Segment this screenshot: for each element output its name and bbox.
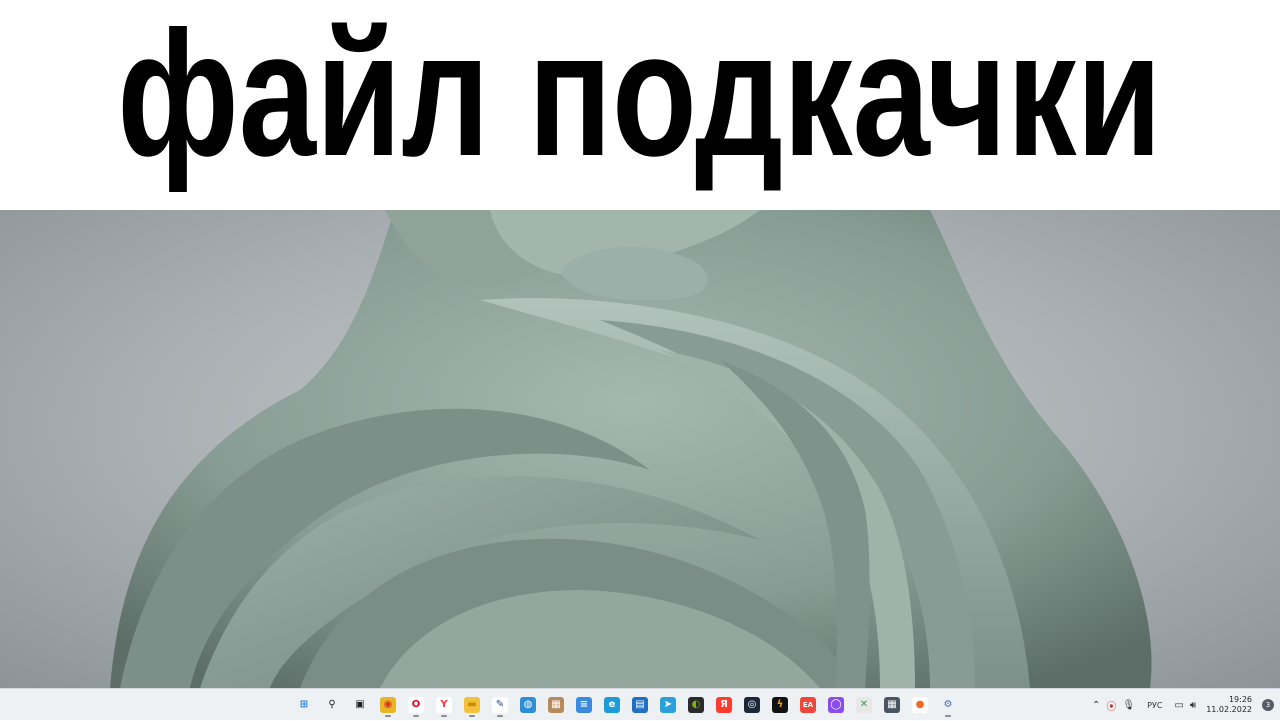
task-view-button[interactable]: ▣: [348, 693, 372, 717]
volume-icon[interactable]: 🔊︎: [1190, 700, 1196, 711]
folder-icon: ▬: [464, 697, 480, 713]
telegram-plane-icon: ➤: [660, 697, 676, 713]
system-tray: ⌃ ⦿ 🎙︎ РУС ▭ 🔊︎ 19:26 11.02.2022 3: [1092, 689, 1274, 721]
language-indicator[interactable]: РУС: [1147, 701, 1162, 710]
search-button[interactable]: ⚲: [320, 693, 344, 717]
microphone-icon[interactable]: 🎙︎: [1122, 700, 1135, 711]
opera-icon: O: [408, 697, 424, 713]
network-app[interactable]: ◍: [516, 693, 540, 717]
package-icon: ▦: [548, 697, 564, 713]
edge-app[interactable]: e: [600, 693, 624, 717]
clock[interactable]: 19:26 11.02.2022: [1206, 695, 1252, 715]
wallpaper-bloom: [110, 210, 1152, 688]
running-indicator: [497, 715, 503, 717]
notification-badge[interactable]: 3: [1262, 699, 1274, 711]
telegram-app[interactable]: ➤: [656, 693, 680, 717]
chevron-up-icon[interactable]: ⌃: [1092, 700, 1100, 711]
running-indicator: [945, 715, 951, 717]
banner-title: файл подкачки: [117, 0, 1163, 193]
display-icon[interactable]: ▭: [1174, 700, 1183, 711]
calculator-app[interactable]: ▦: [880, 693, 904, 717]
installer-app[interactable]: ▦: [544, 693, 568, 717]
search-icon: ⚲: [328, 699, 336, 710]
gear-icon: ⚙: [943, 699, 953, 710]
notepad-app[interactable]: ✎: [488, 693, 512, 717]
calculator-icon: ▦: [884, 697, 900, 713]
chrome-app[interactable]: ◉: [376, 693, 400, 717]
running-indicator: [413, 715, 419, 717]
store-bag-icon: ▤: [632, 697, 648, 713]
nvidia-icon: ◐: [688, 697, 704, 713]
maps-app[interactable]: ●: [908, 693, 932, 717]
running-indicator: [441, 715, 447, 717]
running-indicator: [385, 715, 391, 717]
steam-icon: ◎: [744, 697, 760, 713]
task-view-icon: ▣: [355, 699, 365, 710]
network-status-icon[interactable]: ⦿: [1106, 698, 1116, 713]
steam-app[interactable]: ◎: [740, 693, 764, 717]
game-app[interactable]: ϟ: [768, 693, 792, 717]
alice-icon: ◯: [828, 697, 844, 713]
alice-app[interactable]: ◯: [824, 693, 848, 717]
yandex-icon: Я: [716, 697, 732, 713]
yandex-app[interactable]: Я: [712, 693, 736, 717]
yandex-browser-icon: Y: [436, 697, 452, 713]
store-app[interactable]: ▤: [628, 693, 652, 717]
xbox-icon: ✕: [856, 697, 872, 713]
xbox-app[interactable]: ✕: [852, 693, 876, 717]
notepad-pen-icon: ✎: [492, 697, 508, 713]
taskbar: ⊞ ⚲ ▣ ◉ O Y ▬ ✎ ◍ ▦ ≡ e ▤ ➤ ◐ Я ◎ ϟ EA ◯ ✕ ▦ ● ⚙ ⌃ ⦿ 🎙︎ РУС ▭ 🔊…: [0, 688, 1280, 720]
globe-icon: ◍: [520, 697, 536, 713]
game-bolt-icon: ϟ: [772, 697, 788, 713]
windows-logo-icon: ⊞: [299, 699, 309, 710]
start-button[interactable]: ⊞: [292, 693, 316, 717]
settings-app[interactable]: ⚙: [936, 693, 960, 717]
running-indicator: [469, 715, 475, 717]
title-banner: файл подкачки: [0, 0, 1280, 210]
notes-app[interactable]: ≡: [572, 693, 596, 717]
nvidia-app[interactable]: ◐: [684, 693, 708, 717]
ea-icon: EA: [800, 697, 816, 713]
opera-app[interactable]: O: [404, 693, 428, 717]
ea-app[interactable]: EA: [796, 693, 820, 717]
clock-time: 19:26: [1228, 695, 1252, 704]
notes-icon: ≡: [576, 697, 592, 713]
map-pin-icon: ●: [912, 697, 928, 713]
chrome-icon: ◉: [380, 697, 396, 713]
clock-date: 11.02.2022: [1206, 705, 1252, 714]
taskbar-apps: ⊞ ⚲ ▣ ◉ O Y ▬ ✎ ◍ ▦ ≡ e ▤ ➤ ◐ Я ◎ ϟ EA ◯ ✕ ▦ ● ⚙: [292, 693, 960, 717]
file-explorer-app[interactable]: ▬: [460, 693, 484, 717]
desktop-wallpaper: [0, 210, 1280, 688]
yandex-browser-app[interactable]: Y: [432, 693, 456, 717]
edge-icon: e: [604, 697, 620, 713]
